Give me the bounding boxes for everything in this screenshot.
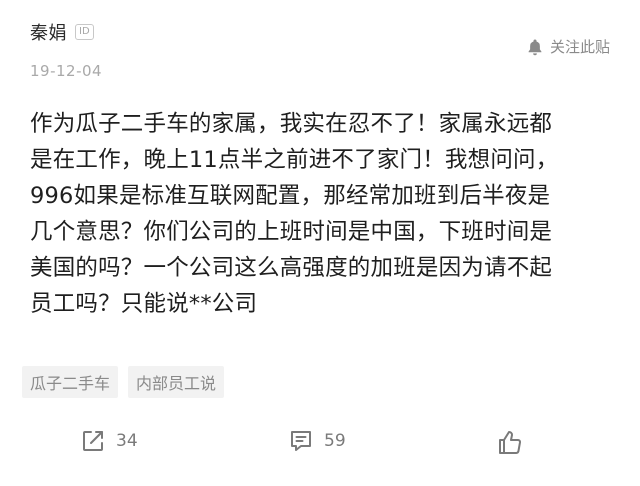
like-button[interactable] (496, 428, 524, 456)
bell-icon (526, 38, 544, 56)
post-body: 作为瓜子二手车的家属，我实在忍不了！家属永远都 是在工作，晚上11点半之前进不了… (30, 106, 615, 322)
share-button[interactable]: 34 (80, 428, 138, 454)
post-line: 美国的吗？一个公司这么高强度的加班是因为请不起 (30, 255, 553, 281)
post-line: 员工吗？只能说**公司 (30, 291, 258, 317)
post-line: 几个意思？你们公司的上班时间是中国，下班时间是 (30, 219, 553, 245)
thumbs-up-icon (496, 428, 524, 456)
author-name[interactable]: 秦娟 (30, 19, 67, 45)
share-icon (80, 428, 106, 454)
tag-guazi[interactable]: 瓜子二手车 (22, 366, 119, 398)
post-header: 秦娟 ID 19-12-04 关注此贴 (30, 18, 610, 88)
comment-icon (288, 428, 314, 454)
follow-label: 关注此贴 (549, 38, 610, 56)
post-line: 作为瓜子二手车的家属，我实在忍不了！家属永远都 (30, 111, 553, 137)
author-row: 秦娟 ID (30, 18, 610, 46)
share-count: 34 (116, 431, 138, 451)
comment-count: 59 (324, 431, 346, 451)
post-date: 19-12-04 (30, 62, 103, 80)
id-badge: ID (75, 24, 94, 40)
action-bar: 34 59 (0, 424, 640, 464)
post-line: 是在工作，晚上11点半之前进不了家门！我想问问， (30, 147, 559, 173)
tag-list: 瓜子二手车 内部员工说 (22, 366, 225, 398)
post-line: 996如果是标准互联网配置，那经常加班到后半夜是 (30, 183, 551, 209)
comment-button[interactable]: 59 (288, 428, 346, 454)
follow-button[interactable]: 关注此贴 (526, 36, 610, 57)
tag-insider[interactable]: 内部员工说 (128, 366, 225, 398)
